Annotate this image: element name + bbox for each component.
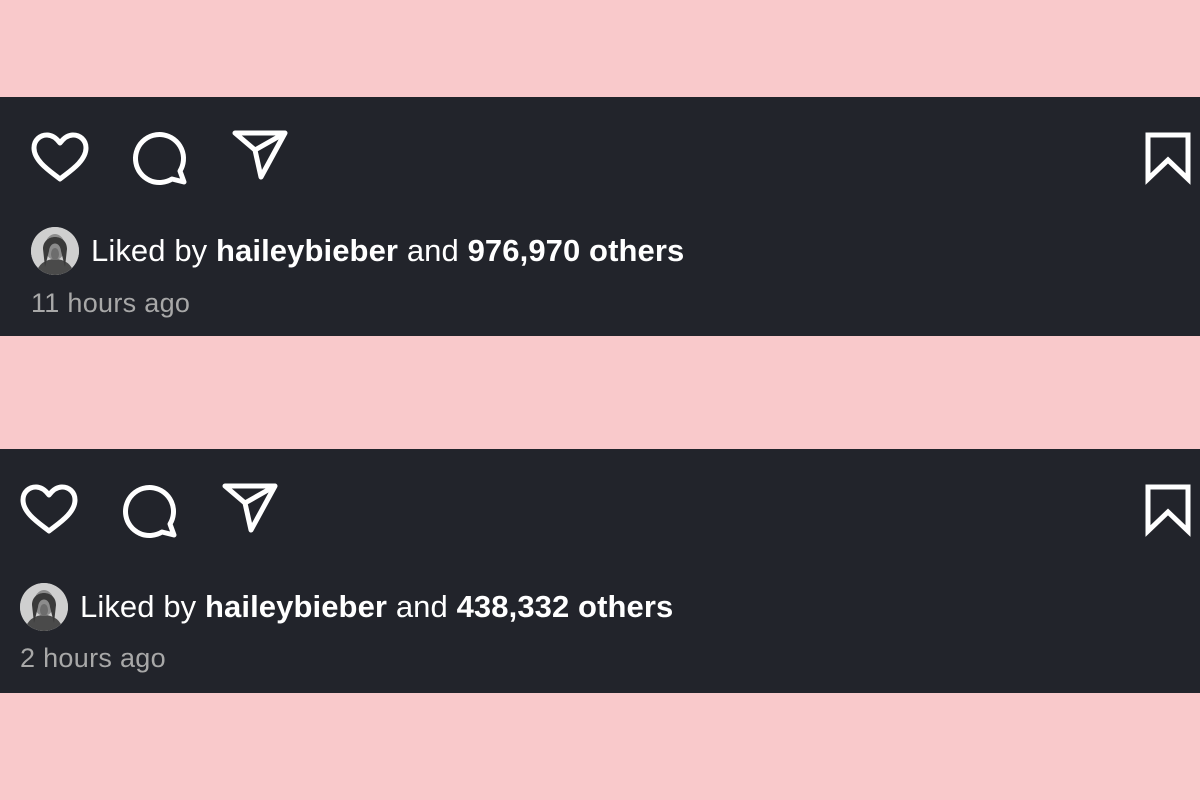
- like-button[interactable]: [20, 484, 78, 534]
- post-action-bar: Liked by haileybieber and 976,970 others…: [0, 97, 1200, 336]
- comment-button[interactable]: [121, 484, 177, 538]
- likes-summary[interactable]: Liked by haileybieber and 976,970 others: [31, 226, 684, 276]
- share-button[interactable]: [232, 130, 288, 180]
- bookmark-icon: [1145, 132, 1191, 185]
- avatar[interactable]: [31, 227, 79, 275]
- post-action-bar: Liked by haileybieber and 438,332 others…: [0, 449, 1200, 693]
- like-button[interactable]: [31, 132, 89, 182]
- avatar-image: [31, 227, 79, 275]
- liked-connector: and: [395, 589, 448, 624]
- paper-plane-icon: [222, 483, 278, 533]
- comment-icon: [133, 132, 187, 185]
- liked-prefix: Liked by: [80, 589, 197, 624]
- liked-user-link[interactable]: haileybieber: [216, 233, 398, 268]
- post-timestamp[interactable]: 2 hours ago: [20, 643, 166, 674]
- paper-plane-icon: [232, 130, 288, 180]
- heart-icon: [20, 484, 78, 534]
- save-button[interactable]: [1145, 132, 1191, 185]
- likes-text: Liked by haileybieber and 438,332 others: [80, 589, 673, 625]
- liked-user-link[interactable]: haileybieber: [205, 589, 387, 624]
- likes-summary[interactable]: Liked by haileybieber and 438,332 others: [20, 582, 673, 632]
- liked-prefix: Liked by: [91, 233, 208, 268]
- avatar[interactable]: [20, 583, 68, 631]
- avatar-image: [20, 583, 68, 631]
- heart-icon: [31, 132, 89, 182]
- share-button[interactable]: [222, 483, 278, 533]
- comment-button[interactable]: [131, 131, 187, 185]
- bookmark-icon: [1145, 484, 1191, 537]
- liked-connector: and: [406, 233, 459, 268]
- post-timestamp[interactable]: 11 hours ago: [31, 288, 190, 319]
- save-button[interactable]: [1145, 484, 1191, 537]
- likes-count-link[interactable]: 438,332 others: [457, 589, 674, 624]
- likes-text: Liked by haileybieber and 976,970 others: [91, 233, 684, 269]
- comment-icon: [123, 485, 177, 538]
- likes-count-link[interactable]: 976,970 others: [468, 233, 685, 268]
